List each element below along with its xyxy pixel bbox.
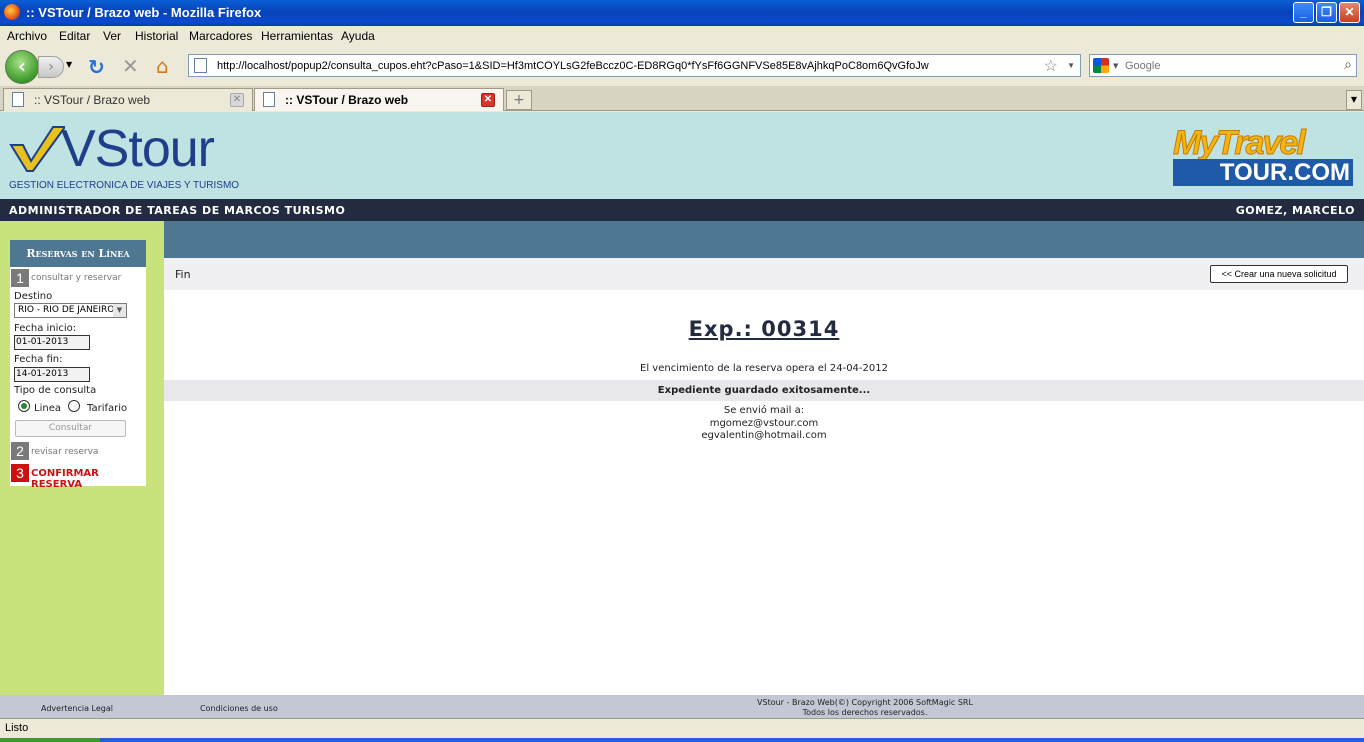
mail-intro: Se envió mail a: — [723, 405, 805, 416]
step-2-number: 2 — [11, 442, 29, 460]
tipo-consulta-label: Tipo de consulta — [14, 385, 97, 396]
vencimiento-text: El vencimiento de la reserva opera el 24… — [640, 363, 888, 374]
menu-archivo[interactable]: Archivo — [7, 29, 47, 43]
fecha-fin-input[interactable]: 14-01-2013 — [14, 367, 90, 382]
expediente-title: Exp.: 00314 — [688, 317, 840, 341]
search-icon[interactable]: ⌕ — [1344, 57, 1352, 73]
destino-value: RIO - RIO DE JANEIRO — [18, 305, 115, 315]
step-3-number: 3 — [11, 464, 29, 482]
new-tab-button[interactable]: + — [506, 90, 532, 110]
site-banner: VStour GESTION ELECTRONICA DE VIAJES Y T… — [0, 112, 1364, 199]
step-1-label[interactable]: consultar y reservar — [31, 273, 121, 283]
web-page: VStour GESTION ELECTRONICA DE VIAJES Y T… — [0, 112, 1364, 718]
partner-logo-top: MyTravel — [1173, 124, 1307, 163]
reload-icon[interactable]: ↻ — [88, 55, 105, 79]
fecha-inicio-input[interactable]: 01-01-2013 — [14, 335, 90, 350]
reservas-panel: Reservas en Línea 1 consultar y reservar… — [10, 240, 146, 490]
tab-bar: :: VSTour / Brazo web ✕ :: VSTour / Braz… — [0, 86, 1364, 111]
new-request-button[interactable]: << Crear una nueva solicitud — [1210, 265, 1348, 283]
tab-1[interactable]: :: VSTour / Brazo web ✕ — [3, 88, 253, 111]
menu-ayuda[interactable]: Ayuda — [341, 29, 375, 43]
tab-label: :: VSTour / Brazo web — [285, 93, 409, 107]
breadcrumb: Fin — [175, 268, 191, 281]
step-2-label[interactable]: revisar reserva — [31, 447, 98, 457]
success-message: Expediente guardado exitosamente... — [164, 380, 1364, 401]
page-icon — [263, 92, 275, 107]
copyright-line-1: VStour - Brazo Web(©) Copyright 2006 Sof… — [757, 698, 973, 707]
close-tab-icon[interactable]: ✕ — [481, 93, 495, 107]
start-button[interactable] — [0, 738, 100, 742]
copyright-line-2: Todos los derechos reservados. — [802, 708, 928, 717]
window-controls: _ ❐ ✕ — [1293, 2, 1360, 23]
page-footer: Advertencia Legal Condiciones de uso VSt… — [0, 695, 1364, 718]
url-bar[interactable]: http://localhost/popup2/consulta_cupos.e… — [188, 54, 1081, 77]
search-input[interactable] — [1125, 58, 1325, 74]
panel-title: Reservas en Línea — [10, 240, 146, 267]
page-icon — [194, 58, 207, 73]
chevron-down-icon: ▼ — [113, 304, 126, 317]
menu-historial[interactable]: Historial — [135, 29, 178, 43]
url-text[interactable]: http://localhost/popup2/consulta_cupos.e… — [217, 60, 929, 72]
status-bar: Listo — [0, 718, 1364, 738]
conditions-link[interactable]: Condiciones de uso — [200, 704, 278, 713]
logo-subtitle: GESTION ELECTRONICA DE VIAJES Y TURISMO — [9, 180, 240, 191]
legal-link[interactable]: Advertencia Legal — [41, 704, 113, 713]
window-title: :: VSTour / Brazo web - Mozilla Firefox — [26, 5, 262, 20]
navigation-toolbar: ‹ › ▼ ↻ ✕ ⌂ http://localhost/popup2/cons… — [0, 46, 1364, 86]
menu-marcadores[interactable]: Marcadores — [189, 29, 252, 43]
mail-recipient-1: mgomez@vstour.com — [709, 418, 819, 429]
checkmark-icon — [9, 126, 65, 172]
admin-title: ADMINISTRADOR DE TAREAS DE MARCOS TURISM… — [9, 204, 346, 217]
page-icon — [12, 92, 24, 107]
forward-button[interactable]: › — [38, 56, 64, 78]
admin-bar: ADMINISTRADOR DE TAREAS DE MARCOS TURISM… — [0, 199, 1364, 221]
url-dropdown-icon[interactable]: ▼ — [1067, 61, 1075, 70]
search-engine-dropdown-icon[interactable]: ▼ — [1113, 62, 1118, 70]
history-dropdown-icon[interactable]: ▼ — [66, 60, 72, 69]
firefox-icon — [4, 4, 20, 20]
sidebar: Reservas en Línea 1 consultar y reservar… — [0, 221, 164, 695]
step-1-number: 1 — [11, 269, 29, 287]
radio-linea[interactable] — [18, 400, 30, 412]
menu-herramientas[interactable]: Herramientas — [261, 29, 333, 43]
taskbar — [0, 738, 1364, 742]
mytraveltour-logo[interactable]: MyTravel TOUR.COM — [1173, 124, 1353, 186]
radio-tarifario-label: Tarifario — [87, 403, 128, 414]
menu-bar: Archivo Editar Ver Historial Marcadores … — [0, 26, 1364, 46]
list-all-tabs-icon[interactable]: ▼ — [1346, 90, 1362, 110]
back-button[interactable]: ‹ — [5, 50, 39, 84]
menu-editar[interactable]: Editar — [59, 29, 90, 43]
menu-ver[interactable]: Ver — [103, 29, 121, 43]
tab-label: :: VSTour / Brazo web — [34, 93, 151, 107]
content-header-bar — [164, 221, 1364, 258]
radio-linea-label: Linea — [34, 403, 61, 414]
mail-recipient-2: egvalentin@hotmail.com — [701, 430, 827, 441]
step-3-label[interactable]: CONFIRMAR RESERVA — [31, 468, 146, 490]
bookmark-star-icon[interactable]: ☆ — [1044, 56, 1058, 76]
copyright: VStour - Brazo Web(©) Copyright 2006 Sof… — [700, 698, 1030, 718]
breadcrumb-bar: Fin << Crear una nueva solicitud — [164, 258, 1364, 290]
google-icon[interactable] — [1093, 58, 1109, 73]
vstour-logo[interactable]: VStour GESTION ELECTRONICA DE VIAJES Y T… — [9, 120, 249, 193]
home-icon[interactable]: ⌂ — [156, 54, 169, 78]
status-text: Listo — [5, 722, 29, 734]
radio-tarifario[interactable] — [68, 400, 80, 412]
destino-select[interactable]: RIO - RIO DE JANEIRO ▼ — [14, 303, 127, 318]
search-bar[interactable]: ▼ ⌕ — [1089, 54, 1357, 77]
close-tab-icon[interactable]: ✕ — [230, 93, 244, 107]
fecha-fin-label: Fecha fin: — [14, 354, 63, 365]
user-name: GOMEZ, MARCELO — [1235, 204, 1355, 217]
minimize-button[interactable]: _ — [1293, 2, 1314, 23]
destino-label: Destino — [14, 291, 53, 302]
stop-icon[interactable]: ✕ — [122, 54, 139, 78]
consultar-button[interactable]: Consultar — [15, 420, 126, 437]
maximize-button[interactable]: ❐ — [1316, 2, 1337, 23]
tab-2[interactable]: :: VSTour / Brazo web ✕ — [254, 88, 504, 111]
window-titlebar[interactable]: :: VSTour / Brazo web - Mozilla Firefox … — [0, 0, 1364, 26]
fecha-inicio-label: Fecha inicio: — [14, 323, 77, 334]
logo-name: VStour — [61, 120, 215, 178]
close-window-button[interactable]: ✕ — [1339, 2, 1360, 23]
partner-logo-bottom: TOUR.COM — [1173, 159, 1353, 186]
